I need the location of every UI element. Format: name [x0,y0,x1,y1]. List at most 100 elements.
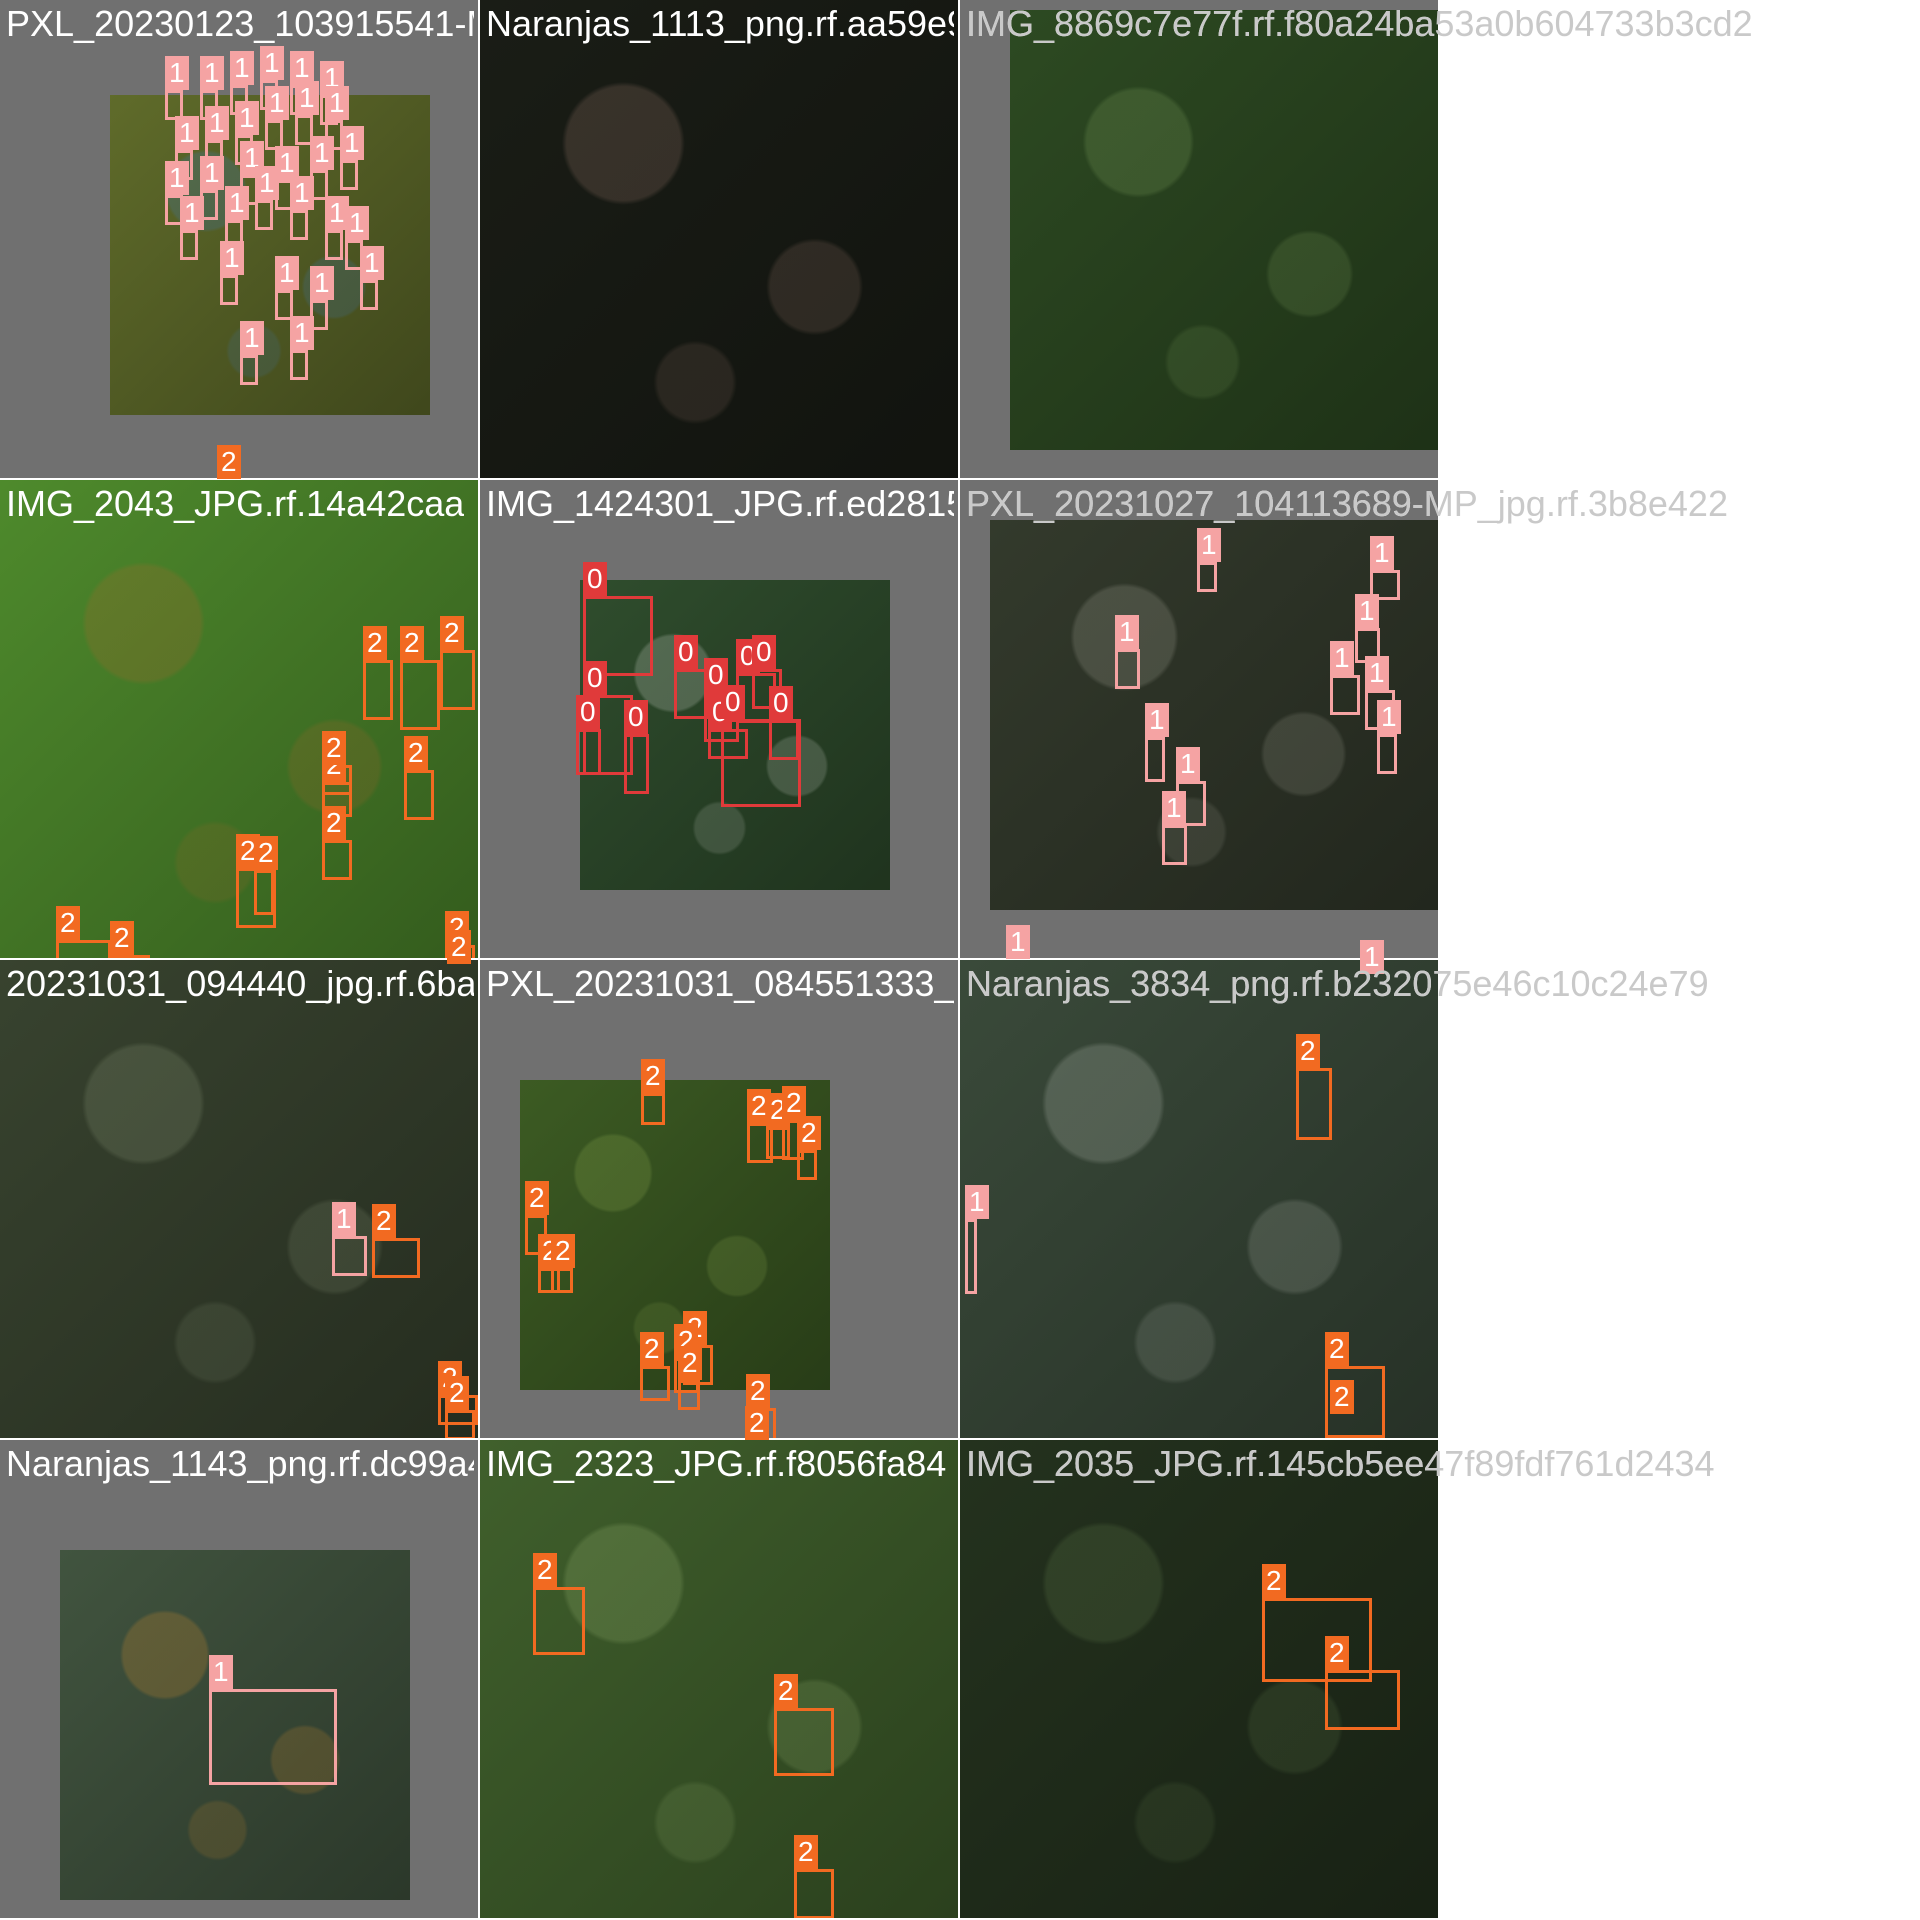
detection-box [1325,1670,1400,1730]
class-id-label: 1 [360,246,384,280]
class-id-label: 2 [363,626,387,660]
detection-box [794,1869,834,1918]
class-id-label: 1 [310,266,334,300]
detection-box [769,720,799,760]
class-id-label: 2 [404,736,428,770]
class-id-label: 1 [965,1185,989,1219]
class-id-label: 1 [260,46,284,80]
detection-box [400,660,440,730]
class-id-label: 1 [345,206,369,240]
detection-box [533,1587,585,1655]
class-id-label: 2 [440,616,464,650]
class-id-label: 0 [624,700,648,734]
tile-filename-label: IMG_8869c7e77f.rf.f80a24ba53a0b604733b3c… [966,4,1434,44]
class-id-label: 0 [576,695,600,729]
tile-filename-label: PXL_20231031_084551333_jpg.rf.3 [486,964,954,1004]
class-id-label: 1 [230,51,254,85]
detection-box [1115,649,1140,689]
tile-filename-label: Naranjas_1113_png.rf.aa59e9 [486,4,954,44]
tile-photo [480,0,958,478]
class-id-label: 1 [205,106,229,140]
mosaic-tile: PXL_20231027_104113689-MP_jpg.rf.3b8e422… [960,480,1438,958]
tile-filename-label: IMG_2043_JPG.rf.14a42caa [6,484,465,524]
class-id-label: 1 [332,1202,356,1236]
detection-box [360,280,378,310]
class-id-label: 1 [255,166,279,200]
detection-box [322,840,352,880]
class-id-label: 2 [782,1086,806,1120]
class-id-label: 2 [641,1059,665,1093]
class-id-label: 1 [1377,700,1401,734]
tile-filename-label: IMG_2323_JPG.rf.f8056fa84 [486,1444,947,1484]
detection-box [640,1366,670,1401]
detection-box [1377,734,1397,774]
class-id-label: 2 [533,1553,557,1587]
mosaic-tile: IMG_2043_JPG.rf.14a42caa222222222222 [0,480,478,958]
detection-box [180,230,198,260]
class-id-label: 2 [551,1234,575,1268]
class-id-label: 2 [525,1181,549,1215]
detection-box [576,729,601,775]
mosaic-tile: Naranjas_1113_png.rf.aa59e91111 [480,0,958,478]
class-id-label: 2 [322,806,346,840]
detection-box [110,955,150,958]
class-id-label: 2 [447,930,471,964]
class-id-label: 0 [769,686,793,720]
class-id-label: 1 [1145,703,1169,737]
class-id-label: 1 [220,241,244,275]
class-id-label: 1 [1370,536,1394,570]
detection-box [1296,1068,1332,1140]
mosaic-tile: IMG_1424301_JPG.rf.ed28153 0 0 0 0 0 0 0 0 0 0 0 [480,480,958,958]
class-id-label: 1 [200,156,224,190]
detection-box [440,650,475,710]
mosaic-tile: IMG_2035_JPG.rf.145cb5ee47f89fdf761d2434… [960,1440,1438,1918]
class-id-label: 1 [290,176,314,210]
detection-box [332,1236,367,1276]
class-id-label: 1 [290,316,314,350]
tile-filename-label: 20231031_094440_jpg.rf.6ba [6,964,474,1004]
tile-filename-label: IMG_2035_JPG.rf.145cb5ee47f89fdf761d2434 [966,1444,1434,1484]
mosaic-tile: PXL_20231031_084551333_jpg.rf.3222222222… [480,960,958,1438]
mosaic-grid: PXL_20230123_103915541-MP_jpg.rf.1f4f1f7… [0,0,1920,1920]
class-id-label: 1 [275,256,299,290]
detection-box [1197,562,1217,592]
class-id-label: 2 [1325,1636,1349,1670]
class-id-label: 1 [200,56,224,90]
detection-box [965,1219,977,1294]
mosaic-tile: Naranjas_1143_png.rf.dc99a4 1 [0,1440,478,1918]
detection-box [56,940,111,958]
class-id-label: 2 [774,1674,798,1708]
tile-photo [1010,10,1438,450]
class-id-label: 1 [175,116,199,150]
detection-box [340,160,358,190]
class-id-label: 1 [235,101,259,135]
class-id-label: 1 [1197,528,1221,562]
class-id-label: 1 [1115,615,1139,649]
mosaic-tile: Naranjas_3834_png.rf.b232075e46c10c24e79… [960,960,1438,1438]
class-id-label: 1 [1162,791,1186,825]
detection-box [774,1708,834,1776]
class-id-label: 1 [209,1655,233,1689]
class-id-label: 2 [1330,1380,1354,1414]
detection-box [372,1238,420,1278]
detection-box [255,200,273,230]
detection-box [209,1689,337,1785]
class-id-label: 2 [794,1835,818,1869]
class-id-label: 2 [640,1332,664,1366]
class-id-label: 2 [746,1374,770,1408]
class-id-label: 2 [254,836,278,870]
detection-box [325,230,343,260]
detection-box [641,1093,665,1125]
class-id-label: 2 [56,906,80,940]
class-id-label: 1 [1176,747,1200,781]
mosaic-tile: IMG_8869c7e77f.rf.f80a24ba53a0b604733b3c… [960,0,1438,478]
class-id-label: 1 [225,186,249,220]
detection-box [1330,675,1360,715]
detection-box [240,355,258,385]
class-id-label: 1 [165,56,189,90]
class-id-label: 1 [340,126,364,160]
class-id-label: 1 [265,86,289,120]
class-id-label: 1 [295,81,319,115]
class-id-label: 1 [1330,641,1354,675]
mosaic-tile: 20231031_094440_jpg.rf.6ba12222 [0,960,478,1438]
